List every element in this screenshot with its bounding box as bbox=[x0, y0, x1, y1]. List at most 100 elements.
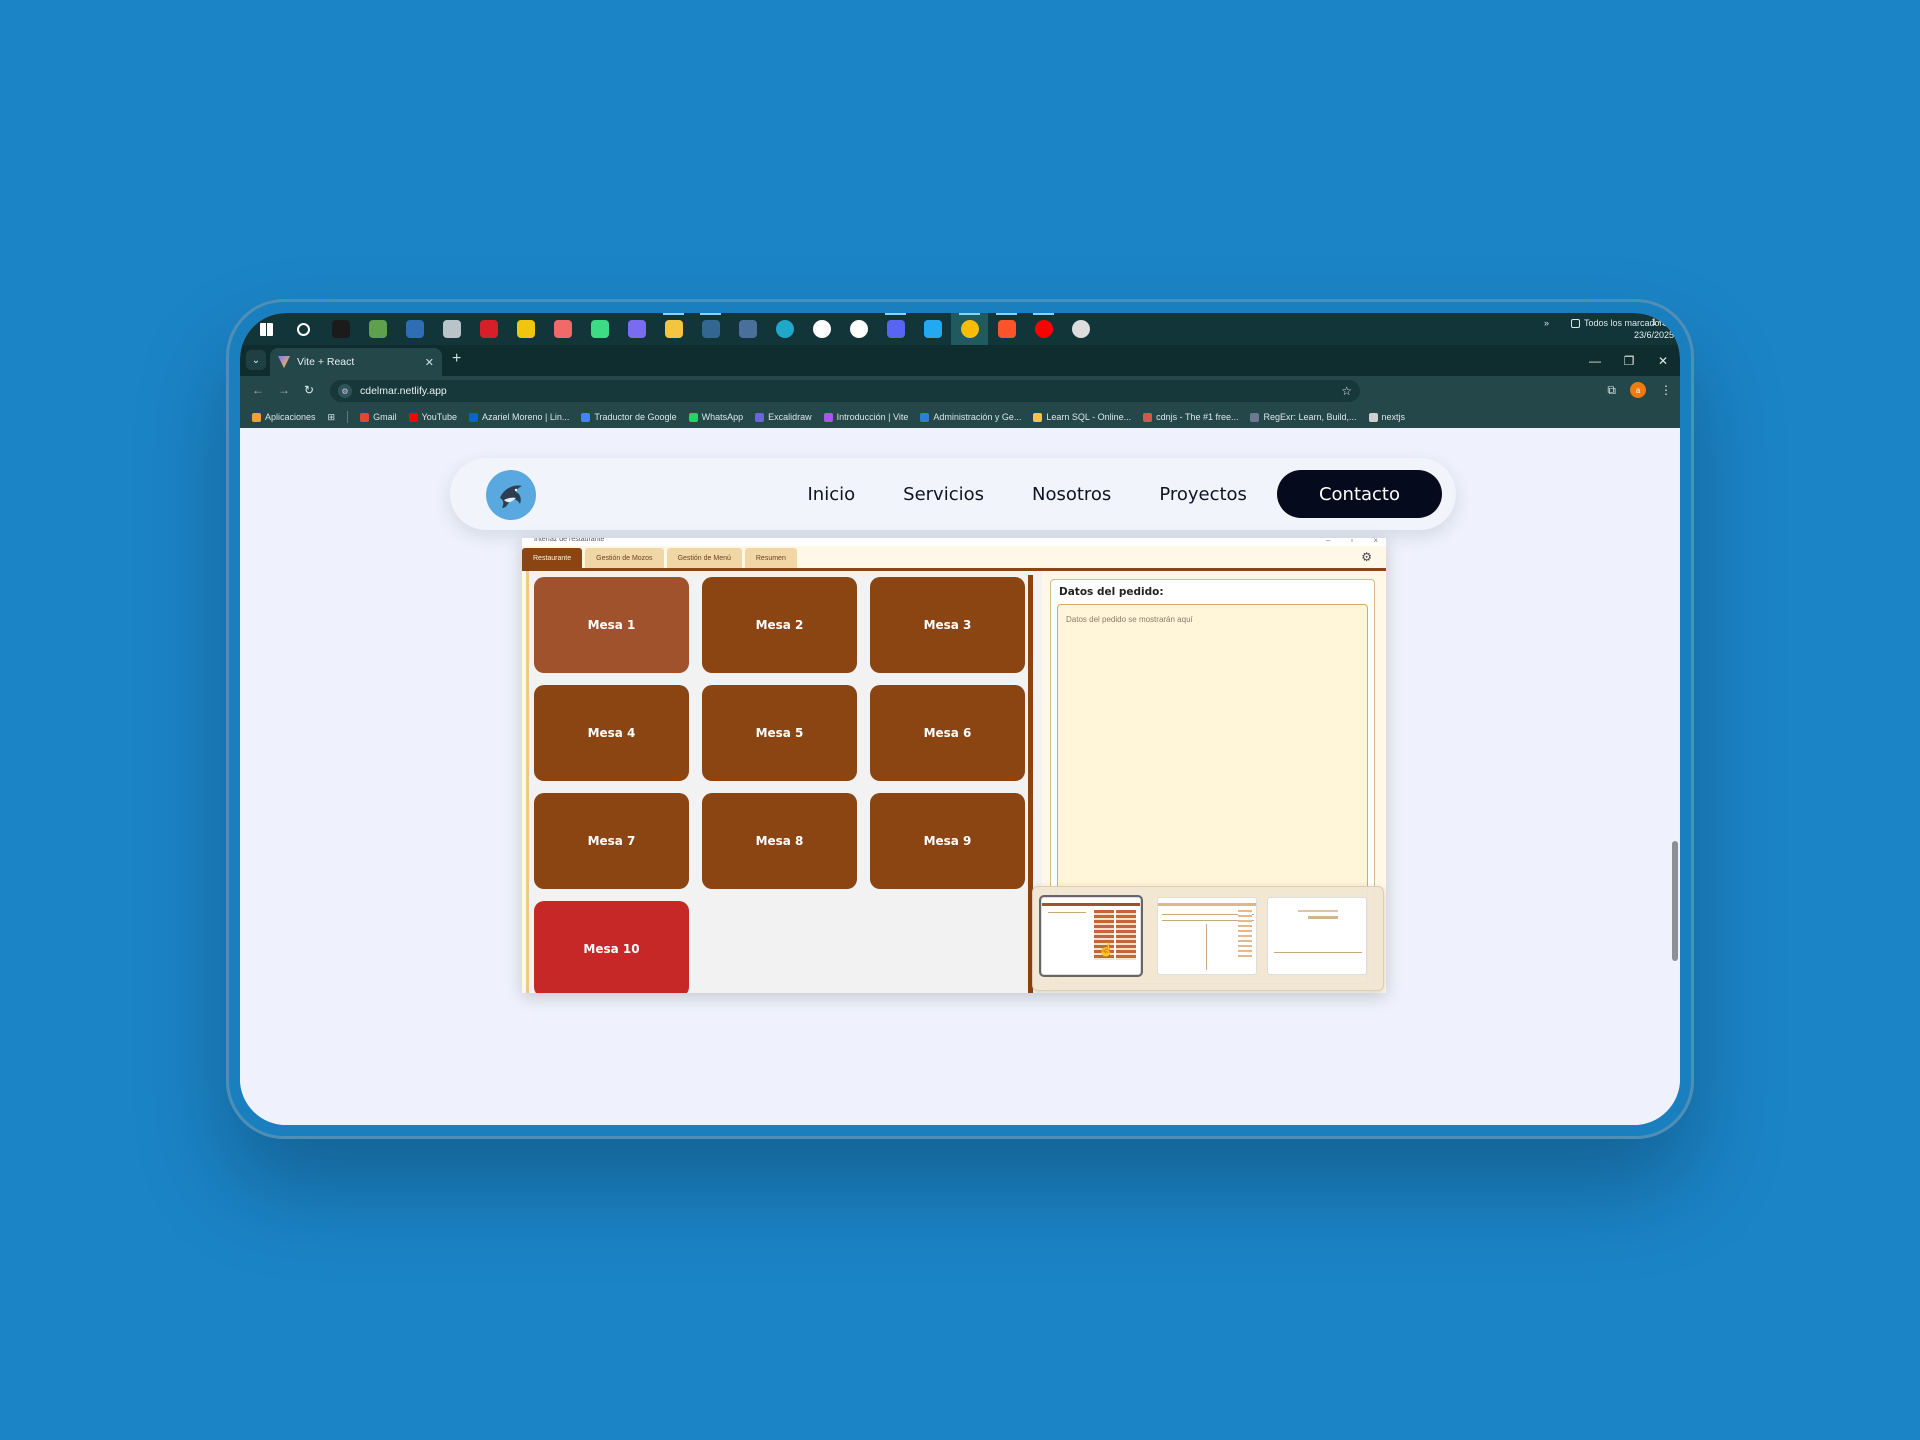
github-icon[interactable] bbox=[840, 313, 877, 345]
page-scrollbar[interactable] bbox=[1670, 428, 1680, 1125]
app-tabs: Restaurante Gestión de Mozos Gestión de Me… bbox=[522, 548, 797, 568]
vscode-icon[interactable] bbox=[914, 313, 951, 345]
bookmark-item[interactable]: RegExr: Learn, Build,... bbox=[1250, 412, 1357, 422]
windows-start-icon[interactable] bbox=[248, 313, 285, 345]
app-tab[interactable]: Restaurante bbox=[522, 548, 583, 568]
nav-link-servicios[interactable]: Servicios bbox=[879, 484, 1008, 505]
bookmark-item[interactable]: Gmail bbox=[360, 412, 397, 422]
mesa-button[interactable]: Mesa 7 bbox=[534, 793, 689, 889]
mongodb-icon-glyph bbox=[812, 320, 831, 338]
bookmark-item[interactable]: Excalidraw bbox=[755, 412, 812, 422]
brave-icon[interactable] bbox=[988, 313, 1025, 345]
browser-tab[interactable]: Vite + React ✕ bbox=[270, 348, 442, 376]
mesa-button[interactable]: Mesa 5 bbox=[702, 685, 857, 781]
app-restore-icon[interactable]: ▫ bbox=[1350, 538, 1353, 545]
mesa-button[interactable]: Mesa 3 bbox=[870, 577, 1025, 673]
bookmark-star-icon[interactable]: ☆ bbox=[1341, 384, 1352, 398]
tab-close-icon[interactable]: ✕ bbox=[425, 356, 434, 369]
mesa-button[interactable]: Mesa 8 bbox=[702, 793, 857, 889]
restore-icon[interactable]: ❐ bbox=[1612, 345, 1646, 376]
powershell-icon[interactable] bbox=[396, 313, 433, 345]
postgres-icon[interactable] bbox=[692, 313, 729, 345]
app-icon[interactable] bbox=[433, 313, 470, 345]
running-indicator bbox=[1033, 313, 1054, 315]
nodejs-icon[interactable] bbox=[359, 313, 396, 345]
contact-button[interactable]: Contacto bbox=[1276, 470, 1442, 518]
copilot-icon[interactable] bbox=[618, 313, 655, 345]
scrollbar-thumb[interactable] bbox=[1672, 841, 1678, 961]
window-thumbnail[interactable] bbox=[1267, 897, 1367, 975]
powershell-icon-glyph bbox=[405, 320, 424, 338]
bookmark-item[interactable]: Learn SQL - Online... bbox=[1033, 412, 1131, 422]
app-tab[interactable]: Resumen bbox=[744, 548, 797, 568]
mesa-button[interactable]: Mesa 1 bbox=[534, 577, 689, 673]
profile-avatar[interactable]: a bbox=[1630, 382, 1646, 398]
app-minimize-icon[interactable]: – bbox=[1326, 538, 1330, 545]
bookmark-label: Azariel Moreno | Lin... bbox=[481, 412, 570, 422]
app-tab[interactable]: Gestión de Menú bbox=[666, 548, 742, 568]
close-window-icon[interactable]: ✕ bbox=[1646, 345, 1680, 376]
android-studio-icon[interactable] bbox=[581, 313, 618, 345]
mongodb-icon[interactable] bbox=[803, 313, 840, 345]
thumb-header bbox=[1042, 903, 1140, 906]
tab-search-icon[interactable]: ⌄ bbox=[246, 350, 266, 370]
nav-link-proyectos[interactable]: Proyectos bbox=[1135, 484, 1271, 505]
nav-link-nosotros[interactable]: Nosotros bbox=[1008, 484, 1135, 505]
bookmark-item[interactable]: Azariel Moreno | Lin... bbox=[468, 412, 570, 422]
omnibox[interactable]: ⚙ cdelmar.netlify.app ☆ bbox=[330, 380, 1360, 402]
search-icon[interactable] bbox=[285, 313, 322, 345]
bookmark-item[interactable]: Traductor de Google bbox=[581, 412, 677, 422]
site-info-icon[interactable]: ⚙ bbox=[338, 384, 352, 398]
bookmark-item[interactable]: YouTube bbox=[408, 412, 457, 422]
thumb-header bbox=[1158, 903, 1256, 906]
mesa-button[interactable]: Mesa 9 bbox=[870, 793, 1025, 889]
nav-link-inicio[interactable]: Inicio bbox=[784, 484, 880, 505]
mesa-button[interactable]: Mesa 4 bbox=[534, 685, 689, 781]
all-bookmarks-folder[interactable]: Todos los marcadores bbox=[1570, 318, 1672, 328]
clock-app-icon[interactable] bbox=[1062, 313, 1099, 345]
minimize-icon[interactable]: — bbox=[1578, 345, 1612, 376]
app-tab[interactable]: Gestión de Mozos bbox=[585, 548, 664, 568]
bookmark-item[interactable]: cdnjs - The #1 free... bbox=[1143, 412, 1238, 422]
dbeaver-icon[interactable] bbox=[729, 313, 766, 345]
forward-icon[interactable]: → bbox=[278, 383, 290, 397]
reload-icon[interactable]: ↻ bbox=[304, 383, 314, 397]
menu-kebab-icon[interactable]: ⋮ bbox=[1660, 383, 1672, 397]
asana-icon[interactable] bbox=[544, 313, 581, 345]
bookmark-label: Administración y Ge... bbox=[933, 412, 1022, 422]
bookmark-favicon-icon bbox=[581, 412, 591, 422]
extensions-icon[interactable]: ⧉ bbox=[1607, 383, 1616, 398]
edge-icon[interactable] bbox=[766, 313, 803, 345]
bookmark-item[interactable]: WhatsApp bbox=[688, 412, 743, 422]
window-thumbnail[interactable] bbox=[1157, 897, 1257, 975]
gear-icon[interactable]: ⚙ bbox=[1361, 550, 1372, 564]
git-icon[interactable] bbox=[507, 313, 544, 345]
file-explorer-icon[interactable] bbox=[655, 313, 692, 345]
bookmark-favicon-icon bbox=[360, 412, 370, 422]
url-text[interactable]: cdelmar.netlify.app bbox=[360, 385, 447, 397]
bookmark-item[interactable]: Aplicaciones bbox=[252, 412, 316, 422]
mesa-button[interactable]: Mesa 2 bbox=[702, 577, 857, 673]
chrome-icon[interactable] bbox=[951, 313, 988, 345]
terminal-icon[interactable] bbox=[322, 313, 359, 345]
new-tab-button[interactable]: + bbox=[452, 350, 461, 368]
running-indicator bbox=[885, 313, 906, 315]
bookmark-item[interactable]: nextjs bbox=[1368, 412, 1405, 422]
mouse-cursor-icon: ☝ bbox=[1098, 942, 1115, 957]
shark-logo-icon[interactable] bbox=[486, 470, 536, 520]
tab-groups-icon[interactable]: ⊞ bbox=[328, 412, 336, 423]
bookmarks-more-icon[interactable]: » bbox=[1544, 318, 1549, 328]
window-thumbnail[interactable]: ☝ bbox=[1041, 897, 1141, 975]
windows-taskbar bbox=[240, 313, 1680, 345]
red-app-icon[interactable] bbox=[470, 313, 507, 345]
app-close-icon[interactable]: × bbox=[1373, 538, 1378, 545]
youtube-music-icon[interactable] bbox=[1025, 313, 1062, 345]
bookmark-item[interactable]: Administración y Ge... bbox=[920, 412, 1021, 422]
back-icon[interactable]: ← bbox=[252, 383, 264, 397]
mesa-button[interactable]: Mesa 10 bbox=[534, 901, 689, 993]
site-navbar: Inicio Servicios Nosotros Proyectos Contacto bbox=[450, 458, 1456, 530]
clock-date: 23/6/2025 bbox=[1633, 330, 1674, 340]
mesa-button[interactable]: Mesa 6 bbox=[870, 685, 1025, 781]
discord-icon[interactable] bbox=[877, 313, 914, 345]
bookmark-item[interactable]: Introducción | Vite bbox=[823, 412, 908, 422]
